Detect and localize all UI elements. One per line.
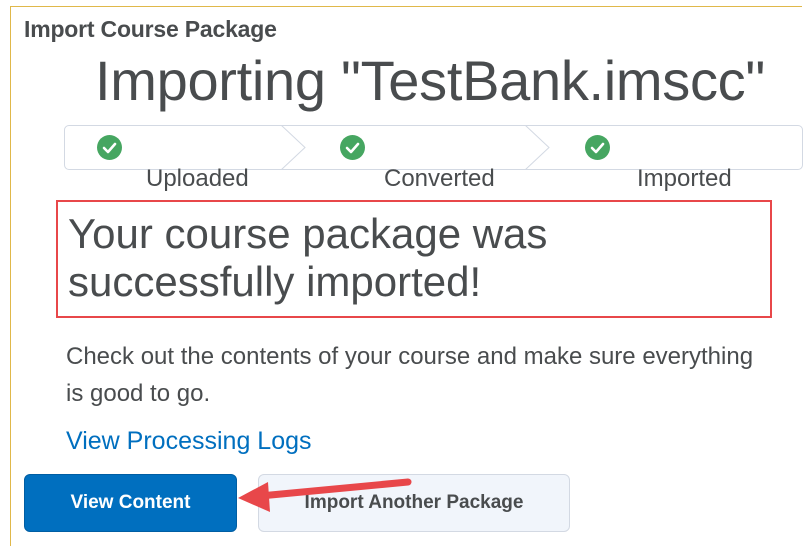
success-message: Your course package was successfully imp… [68, 210, 548, 305]
step-imported-check-icon [585, 135, 610, 160]
step-label-uploaded: Uploaded [146, 165, 249, 192]
view-processing-logs-link[interactable]: View Processing Logs [66, 427, 312, 456]
step-converted-check-icon [340, 135, 365, 160]
annotation-arrow-icon [238, 478, 412, 512]
success-highlight-box: Your course package was successfully imp… [56, 200, 772, 318]
view-content-button[interactable]: View Content [24, 474, 237, 532]
step-separator-chevron [524, 125, 550, 170]
step-separator-chevron [280, 125, 306, 170]
dialog-title: Import Course Package [24, 16, 277, 42]
importing-heading: Importing "TestBank.imscc" [95, 49, 765, 112]
step-uploaded-check-icon [97, 135, 122, 160]
step-label-imported: Imported [637, 165, 732, 192]
progress-stepper [64, 125, 803, 170]
success-description: Check out the contents of your course an… [66, 343, 754, 407]
step-label-converted: Converted [384, 165, 495, 192]
